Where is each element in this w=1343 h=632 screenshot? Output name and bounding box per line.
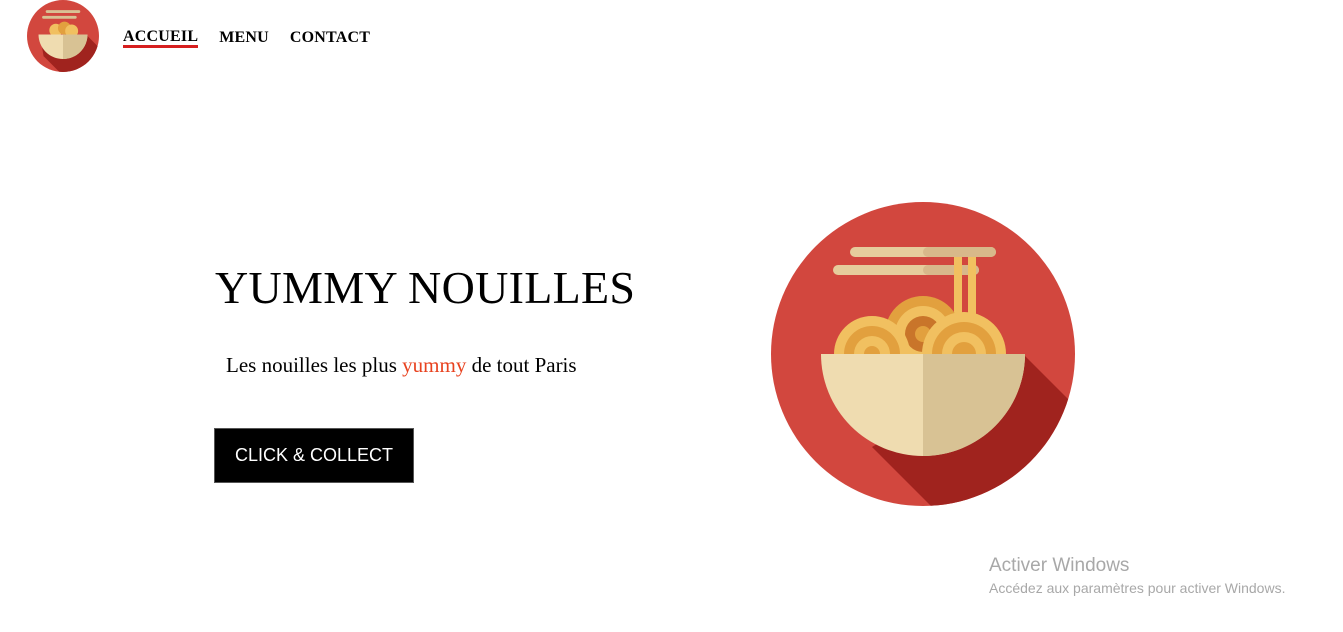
nav-link-contact[interactable]: CONTACT bbox=[290, 28, 370, 48]
nav-link-menu[interactable]: MENU bbox=[219, 28, 269, 48]
watermark-title: Activer Windows bbox=[989, 555, 1130, 576]
noodle-bowl-icon bbox=[27, 0, 99, 72]
watermark-subtitle: Accédez aux paramètres pour activer Wind… bbox=[989, 580, 1286, 596]
hero-subtitle-start: Les nouilles les plus bbox=[226, 353, 403, 377]
hero-subtitle-end: de tout Paris bbox=[466, 353, 577, 377]
click-collect-label: CLICK & COLLECT bbox=[234, 445, 394, 465]
hero-subtitle: Les nouilles les plus yummy de tout Pari… bbox=[226, 351, 577, 379]
hero-title: YUMMY NOUILLES bbox=[215, 262, 636, 313]
hero-subtitle-accent: yummy bbox=[402, 353, 467, 377]
noodle-bowl-icon bbox=[771, 202, 1075, 506]
windows-activation-watermark: Activer Windows Accédez aux paramètres p… bbox=[989, 555, 1285, 598]
hero-illustration bbox=[771, 202, 1075, 506]
click-collect-button[interactable]: CLICK & COLLECT bbox=[214, 428, 414, 483]
nav-link-accueil[interactable]: ACCUEIL bbox=[123, 28, 199, 48]
main-nav: ACCUEIL MENU CONTACT bbox=[123, 28, 391, 48]
site-logo[interactable] bbox=[27, 0, 99, 72]
